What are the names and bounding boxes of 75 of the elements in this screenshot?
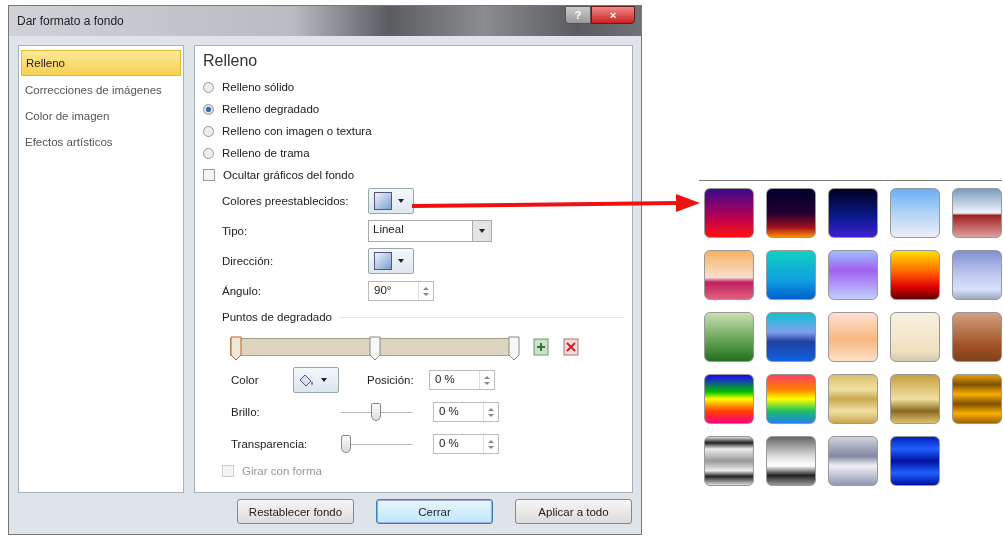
- gradient-swatch-icon: [374, 252, 392, 270]
- field-label: Color: [231, 374, 260, 386]
- gradient-swatch[interactable]: [766, 188, 816, 238]
- window-title: Dar formato a fondo: [17, 14, 124, 28]
- add-stop-icon[interactable]: [532, 337, 552, 357]
- gradient-stop-handle[interactable]: [230, 336, 242, 362]
- remove-stop-icon[interactable]: [562, 337, 582, 357]
- gradient-stop-handle[interactable]: [508, 336, 520, 362]
- field-label: Posición:: [367, 374, 415, 386]
- type-dropdown[interactable]: Lineal: [368, 220, 492, 242]
- preset-colors-dropdown[interactable]: [368, 188, 414, 214]
- dialog-button[interactable]: Aplicar a todo: [515, 499, 632, 524]
- option-label: Relleno de trama: [222, 147, 310, 159]
- option-label: Relleno con imagen o textura: [222, 125, 372, 137]
- gradient-swatch[interactable]: [890, 188, 940, 238]
- gradient-swatch[interactable]: [828, 374, 878, 424]
- field-label: Transparencia:: [231, 438, 309, 450]
- radio-button[interactable]: [203, 125, 214, 137]
- gradient-swatch[interactable]: [828, 250, 878, 300]
- gradient-swatch[interactable]: [952, 312, 1002, 362]
- gradient-swatch[interactable]: [704, 312, 754, 362]
- option-label: Relleno degradado: [222, 103, 320, 115]
- gradient-stop-handle[interactable]: [369, 336, 381, 362]
- radio-button[interactable]: [203, 103, 214, 115]
- gradient-swatch[interactable]: [704, 250, 754, 300]
- gradient-swatch[interactable]: [952, 188, 1002, 238]
- color-dropdown[interactable]: [293, 367, 339, 393]
- gradient-swatch[interactable]: [766, 312, 816, 362]
- direction-dropdown[interactable]: [368, 248, 414, 274]
- gradient-swatch[interactable]: [952, 250, 1002, 300]
- radio-button[interactable]: [203, 81, 214, 93]
- gradient-swatch[interactable]: [952, 374, 1002, 424]
- field-label: Dirección:: [222, 255, 275, 267]
- checkbox[interactable]: [203, 169, 215, 181]
- dialog-button[interactable]: Cerrar: [376, 499, 493, 524]
- sidebar-item[interactable]: Relleno: [21, 50, 181, 76]
- gradient-swatch[interactable]: [828, 436, 878, 486]
- field-label: Tipo:: [222, 225, 249, 237]
- gradient-swatch[interactable]: [704, 374, 754, 424]
- gradient-swatch[interactable]: [890, 436, 940, 486]
- sidebar-item[interactable]: Correcciones de imágenes: [21, 78, 181, 102]
- gradient-swatch[interactable]: [890, 312, 940, 362]
- checkbox-label: Ocultar gráficos del fondo: [223, 169, 355, 181]
- gradient-swatch-icon: [374, 192, 392, 210]
- gradient-swatch[interactable]: [890, 374, 940, 424]
- slider-thumb[interactable]: [341, 434, 351, 453]
- position-spinbox[interactable]: 0 %: [429, 370, 495, 390]
- field-label: Ángulo:: [222, 285, 262, 297]
- gradient-swatch[interactable]: [766, 436, 816, 486]
- paint-bucket-icon: [298, 373, 316, 387]
- sidebar-item[interactable]: Efectos artísticos: [21, 130, 181, 154]
- field-label: Colores preestablecidos:: [222, 195, 350, 207]
- caret-icon: [321, 378, 327, 382]
- gradient-swatch[interactable]: [828, 188, 878, 238]
- dialog-button[interactable]: Restablecer fondo: [237, 499, 354, 524]
- caret-icon: [398, 199, 404, 203]
- gradient-swatch[interactable]: [890, 250, 940, 300]
- section-label: Puntos de degradado: [222, 311, 332, 323]
- option-label: Relleno sólido: [222, 81, 295, 93]
- gradient-swatch[interactable]: [766, 374, 816, 424]
- checkbox-label: Girar con forma: [242, 465, 322, 477]
- percent-spinbox[interactable]: 0 %: [433, 402, 499, 422]
- gradient-swatch[interactable]: [704, 436, 754, 486]
- sidebar-item[interactable]: Color de imagen: [21, 104, 181, 128]
- panel-title: Relleno: [203, 52, 259, 70]
- percent-spinbox[interactable]: 0 %: [433, 434, 499, 454]
- caret-icon: [398, 259, 404, 263]
- field-label: Brillo:: [231, 406, 261, 418]
- gradient-swatch[interactable]: [704, 188, 754, 238]
- close-button[interactable]: ×: [591, 6, 635, 24]
- slider-thumb[interactable]: [371, 402, 381, 421]
- gradient-swatch[interactable]: [828, 312, 878, 362]
- gradient-swatch[interactable]: [766, 250, 816, 300]
- angle-spinbox[interactable]: 90°: [368, 281, 434, 301]
- radio-button[interactable]: [203, 147, 214, 159]
